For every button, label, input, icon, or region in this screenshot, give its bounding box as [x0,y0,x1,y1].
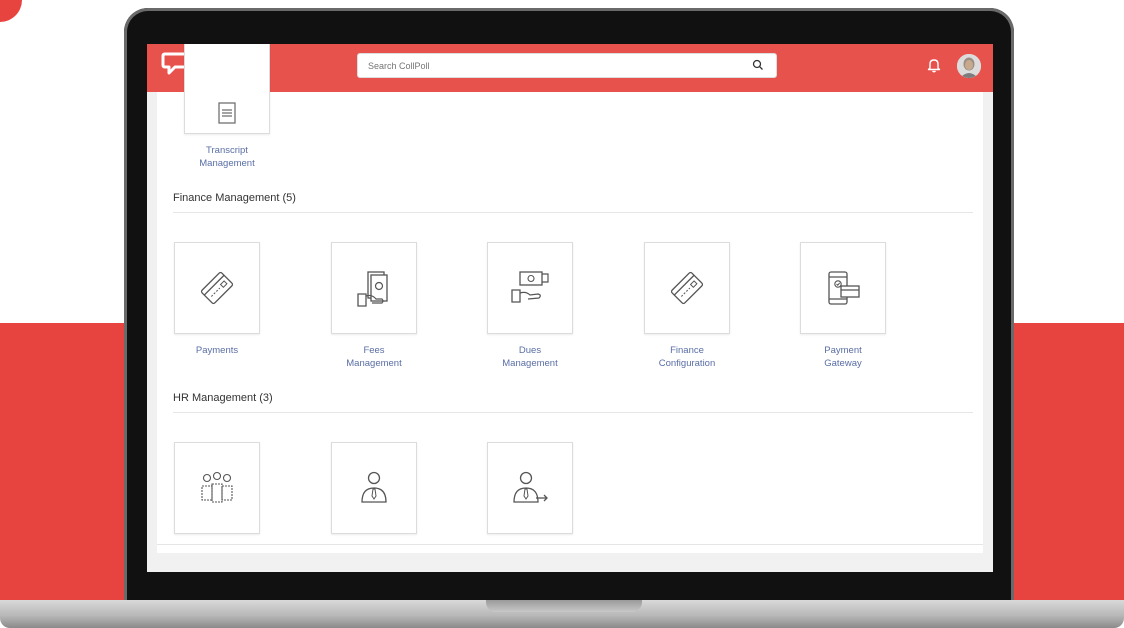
employee-icon [361,471,387,503]
background-band-right [1010,323,1124,600]
tile-box[interactable] [644,242,730,334]
tile-label: Payment Gateway [824,345,862,369]
credit-card-icon [670,271,704,305]
module-tile-payments[interactable]: Payments [157,242,277,357]
employee-exit-icon [513,471,548,503]
laptop-notch [486,600,642,612]
search-icon[interactable] [752,59,764,71]
tile-label: Fees Management [346,345,402,369]
background-accent [0,0,22,22]
tile-label: Dues Management [502,345,558,369]
section-title-hr: HR Management (3) [173,392,273,404]
user-avatar[interactable] [957,54,981,78]
section-divider [173,212,973,213]
user-photo-icon [957,54,981,78]
tile-box[interactable] [487,242,573,334]
module-tile-transcript[interactable]: Transcript Management [167,44,287,170]
tile-box[interactable] [174,242,260,334]
tile-box[interactable] [487,442,573,534]
tile-box[interactable] [800,242,886,334]
document-icon [218,102,236,124]
app-screen: BI [147,44,993,572]
module-tile-finance-configuration[interactable]: Finance Configuration [627,242,747,370]
credit-card-icon [200,271,234,305]
tile-label: Transcript Management [199,145,255,169]
money-exchange-icon [511,271,549,303]
tile-label: Finance Configuration [658,345,716,369]
notification-bell-icon[interactable] [927,57,941,73]
tile-box[interactable] [331,442,417,534]
module-tile-dues-management[interactable]: Dues Management [470,242,590,370]
main-content: Transcript Management Finance Management… [157,44,983,544]
content-bottom-edge [157,544,983,553]
tile-box[interactable] [331,242,417,334]
mobile-payment-icon [828,271,860,305]
search-input[interactable] [358,54,748,77]
tile-box[interactable] [174,442,260,534]
module-tile-fees-management[interactable]: Fees Management [314,242,434,370]
module-tile-hr-1[interactable] [157,442,277,534]
background-band-left [0,323,130,600]
cash-hand-icon [357,271,388,307]
tile-box[interactable] [184,44,270,134]
section-title-finance: Finance Management (5) [173,192,296,204]
search-box[interactable] [357,53,777,78]
team-icon [201,471,233,503]
section-divider [173,412,973,413]
tile-label: Payments [195,345,239,356]
module-tile-payment-gateway[interactable]: Payment Gateway [783,242,903,370]
module-tile-hr-3[interactable] [470,442,590,534]
module-tile-hr-2[interactable] [314,442,434,534]
